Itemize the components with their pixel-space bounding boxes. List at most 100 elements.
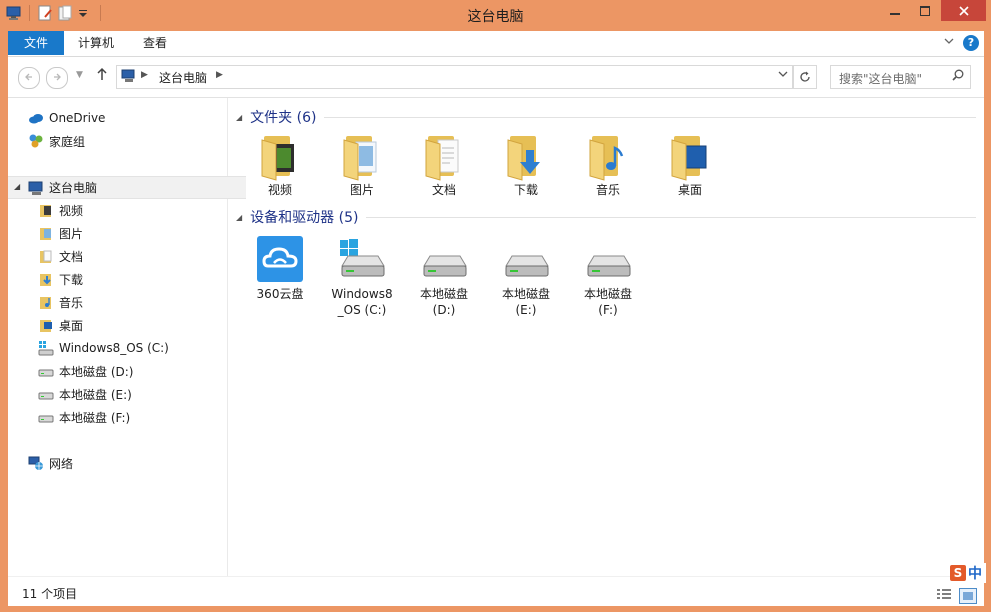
network-icon — [28, 455, 44, 471]
tile-label: 视频 — [267, 183, 292, 197]
sidebar-item-this-pc[interactable]: ◢ 这台电脑 — [8, 176, 246, 199]
folder-tile-downloads[interactable]: 下载 — [490, 132, 562, 198]
title-bar: 这台电脑 — [0, 0, 991, 30]
group-divider — [366, 216, 976, 218]
collapse-group-arrow-icon[interactable]: ◢ — [236, 113, 242, 122]
device-tile-drive-f[interactable]: 本地磁盘 (F:) — [572, 236, 644, 318]
search-input[interactable]: 搜索"这台电脑" — [839, 70, 922, 87]
sidebar-item-desktop[interactable]: 桌面 — [8, 314, 256, 336]
sidebar-item-label: 音乐 — [59, 295, 84, 310]
navigation-bar: ▼ ▶ 这台电脑 ▶ 搜索"这台电脑" — [8, 57, 984, 98]
details-view-icon[interactable] — [937, 589, 951, 601]
sidebar-item-label: 本地磁盘 (F:) — [59, 410, 131, 425]
forward-button[interactable] — [46, 67, 68, 89]
folder-tile-documents[interactable]: 文档 — [408, 132, 480, 198]
input-method-indicator[interactable]: S 中 — [950, 563, 986, 583]
sidebar-item-documents[interactable]: 文档 — [8, 245, 256, 267]
tile-label-line: (F:) — [598, 303, 618, 317]
tile-label-line: 本地磁盘 — [419, 287, 468, 301]
minimize-button[interactable] — [880, 0, 910, 21]
tab-view[interactable]: 查看 — [134, 31, 176, 55]
device-tile-drive-d[interactable]: 本地磁盘 (D:) — [408, 236, 480, 318]
tile-label: 下载 — [513, 183, 538, 197]
group-header-devices[interactable]: ◢ 设备和驱动器 (5) — [236, 207, 976, 227]
folder-tile-desktop[interactable]: 桌面 — [654, 132, 726, 198]
music-folder-icon — [38, 294, 54, 310]
folder-tile-music[interactable]: 音乐 — [572, 132, 644, 198]
breadcrumb-separator-icon[interactable]: ▶ — [216, 70, 223, 80]
tile-label-line: 本地磁盘 — [501, 287, 550, 301]
tile-label-line: (D:) — [432, 303, 456, 317]
navigation-pane: OneDrive 家庭组 ◢ 这台电脑 视频 图片 文档 下载 音乐 桌面 Wi… — [8, 98, 246, 576]
sidebar-item-drive-e[interactable]: 本地磁盘 (E:) — [8, 383, 256, 405]
large-icons-view-icon[interactable] — [959, 588, 977, 604]
sidebar-item-onedrive[interactable]: OneDrive — [8, 107, 246, 129]
sidebar-item-drive-f[interactable]: 本地磁盘 (F:) — [8, 406, 256, 428]
sogou-ime-icon: S — [950, 565, 966, 581]
explorer-window: 这台电脑 文件 计算机 查看 ? ▼ ▶ 这台电脑 ▶ 搜索"这台电脑" One… — [0, 0, 991, 612]
tab-file[interactable]: 文件 — [8, 31, 64, 55]
tab-computer[interactable]: 计算机 — [72, 31, 120, 55]
collapse-group-arrow-icon[interactable]: ◢ — [236, 213, 242, 222]
tile-label: 360云盘 — [256, 287, 304, 301]
breadcrumb-separator-icon[interactable]: ▶ — [141, 70, 148, 80]
sidebar-item-drive-d[interactable]: 本地磁盘 (D:) — [8, 360, 256, 382]
tile-label-line: (E:) — [515, 303, 537, 317]
group-divider — [324, 116, 976, 118]
tile-label: 图片 — [349, 183, 374, 197]
folder-tile-pictures[interactable]: 图片 — [326, 132, 398, 198]
sidebar-item-music[interactable]: 音乐 — [8, 291, 256, 313]
sidebar-item-label: 家庭组 — [49, 134, 86, 149]
system-drive-icon — [338, 236, 386, 284]
sidebar-item-videos[interactable]: 视频 — [8, 199, 256, 221]
computer-icon — [121, 69, 137, 83]
address-dropdown-icon[interactable] — [778, 71, 788, 82]
back-button[interactable] — [18, 67, 40, 89]
sidebar-item-label: 本地磁盘 (D:) — [59, 364, 134, 379]
music-folder-icon — [584, 132, 632, 181]
drive-icon — [502, 236, 550, 284]
sidebar-item-network[interactable]: 网络 — [8, 452, 246, 474]
close-button[interactable] — [941, 0, 986, 21]
documents-folder-icon — [420, 132, 468, 181]
refresh-button[interactable] — [793, 65, 817, 89]
file-list-pane: ◢ 文件夹 (6) 视频 图片 文档 下载 音乐 桌面 ◢ 设备和驱动器 (5)… — [228, 98, 984, 576]
collapse-arrow-icon[interactable]: ◢ — [14, 182, 20, 191]
search-box[interactable]: 搜索"这台电脑" — [830, 65, 971, 89]
sidebar-item-downloads[interactable]: 下载 — [8, 268, 256, 290]
sidebar-item-label: 下载 — [59, 272, 84, 287]
onedrive-icon — [28, 110, 44, 126]
search-icon[interactable] — [952, 69, 964, 84]
sidebar-item-homegroup[interactable]: 家庭组 — [8, 130, 246, 152]
videos-folder-icon — [256, 132, 304, 181]
refresh-icon — [800, 71, 810, 82]
tile-label-line: Windows8 — [331, 287, 393, 301]
homegroup-icon — [28, 133, 44, 149]
address-bar[interactable]: ▶ 这台电脑 ▶ — [116, 65, 793, 89]
folder-tile-videos[interactable]: 视频 — [244, 132, 316, 198]
expand-ribbon-chevron-icon[interactable] — [944, 36, 954, 49]
item-count: 11 个项目 — [22, 587, 78, 601]
computer-icon — [28, 180, 44, 196]
tile-label: 文档 — [431, 183, 456, 197]
sidebar-item-label: 桌面 — [59, 318, 84, 333]
sidebar-item-pictures[interactable]: 图片 — [8, 222, 256, 244]
drive-icon — [584, 236, 632, 284]
maximize-button[interactable] — [910, 0, 940, 21]
group-title: 文件夹 (6) — [250, 110, 317, 126]
ribbon-tabs: 文件 计算机 查看 ? — [8, 31, 984, 57]
pictures-folder-icon — [338, 132, 386, 181]
device-tile-360-cloud[interactable]: 360云盘 — [244, 236, 316, 302]
help-icon[interactable]: ? — [963, 35, 979, 51]
group-title: 设备和驱动器 (5) — [250, 210, 359, 226]
desktop-folder-icon — [666, 132, 714, 181]
device-tile-drive-e[interactable]: 本地磁盘 (E:) — [490, 236, 562, 318]
breadcrumb-this-pc[interactable]: 这台电脑 — [159, 69, 207, 86]
recent-locations-dropdown-icon[interactable]: ▼ — [76, 70, 83, 80]
up-one-level-button[interactable] — [96, 66, 108, 85]
drive-icon — [38, 363, 54, 379]
device-tile-drive-c[interactable]: Windows8 _OS (C:) — [326, 236, 398, 318]
downloads-folder-icon — [502, 132, 550, 181]
group-header-folders[interactable]: ◢ 文件夹 (6) — [236, 107, 976, 127]
sidebar-item-drive-c[interactable]: Windows8_OS (C:) — [8, 337, 256, 359]
